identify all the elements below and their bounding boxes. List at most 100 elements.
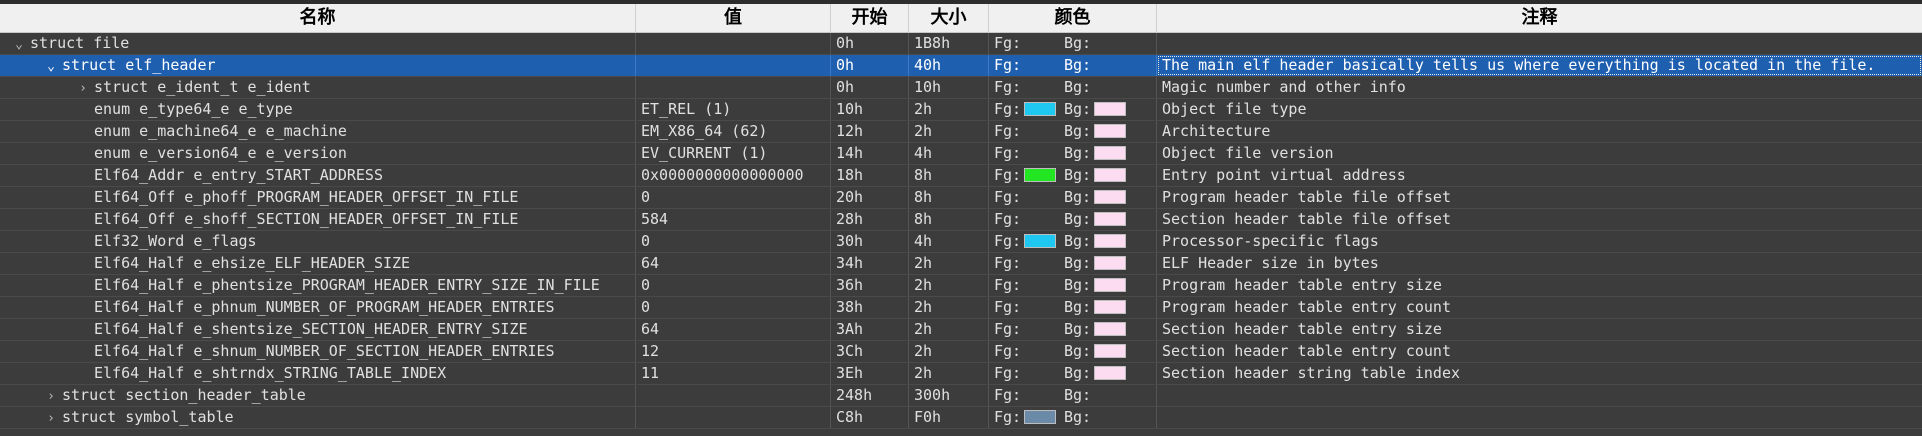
table-row[interactable]: Elf64_Addr e_entry_START_ADDRESS 0x000000… — [0, 165, 1922, 187]
value-cell[interactable]: 0 — [636, 297, 831, 318]
color-cell[interactable]: Fg: Bg: — [989, 143, 1157, 164]
value-cell[interactable] — [636, 33, 831, 54]
bg-color-swatch[interactable] — [1094, 344, 1126, 358]
table-row[interactable]: ⌄ struct elf_header 0h 40h Fg: Bg: The main el… — [0, 55, 1922, 77]
table-row[interactable]: › struct e_ident_t e_ident 0h 10h Fg: Bg: Magi… — [0, 77, 1922, 99]
column-header-start[interactable]: 开始 — [831, 4, 909, 32]
name-cell[interactable]: ⌄ struct elf_header — [0, 55, 636, 76]
table-row[interactable]: Elf64_Half e_ehsize_ELF_HEADER_SIZE 64 34h… — [0, 253, 1922, 275]
comment-cell[interactable]: Section header table entry size — [1157, 319, 1922, 340]
comment-cell[interactable]: ELF Header size in bytes — [1157, 253, 1922, 274]
size-cell[interactable]: 8h — [909, 165, 989, 186]
size-cell[interactable]: 2h — [909, 253, 989, 274]
value-cell[interactable]: EV_CURRENT (1) — [636, 143, 831, 164]
size-cell[interactable]: 2h — [909, 363, 989, 384]
color-cell[interactable]: Fg: Bg: — [989, 385, 1157, 406]
size-cell[interactable]: 4h — [909, 143, 989, 164]
start-cell[interactable]: 248h — [831, 385, 909, 406]
size-cell[interactable]: 2h — [909, 341, 989, 362]
table-row[interactable]: Elf64_Off e_shoff_SECTION_HEADER_OFFSET_… — [0, 209, 1922, 231]
comment-cell[interactable]: Section header string table index — [1157, 363, 1922, 384]
table-row[interactable]: Elf64_Off e_phoff_PROGRAM_HEADER_OFFSET_… — [0, 187, 1922, 209]
table-row[interactable]: enum e_type64_e e_type ET_REL (1) 10h 2h Fg:… — [0, 99, 1922, 121]
table-row[interactable]: Elf64_Half e_shnum_NUMBER_OF_SECTION_HEA… — [0, 341, 1922, 363]
table-row[interactable]: Elf64_Half e_shtrndx_STRING_TABLE_INDEX 1… — [0, 363, 1922, 385]
color-cell[interactable]: Fg: Bg: — [989, 253, 1157, 274]
start-cell[interactable]: 3Ch — [831, 341, 909, 362]
comment-cell[interactable]: Architecture — [1157, 121, 1922, 142]
chevron-down-icon[interactable]: ⌄ — [12, 34, 26, 54]
name-cell[interactable]: Elf64_Half e_ehsize_ELF_HEADER_SIZE — [0, 253, 636, 274]
start-cell[interactable]: 0h — [831, 55, 909, 76]
start-cell[interactable]: 38h — [831, 297, 909, 318]
chevron-right-icon[interactable]: › — [76, 78, 90, 98]
start-cell[interactable]: 34h — [831, 253, 909, 274]
chevron-down-icon[interactable]: ⌄ — [44, 56, 58, 76]
column-header-name[interactable]: 名称 — [0, 4, 636, 32]
bg-color-swatch[interactable] — [1094, 212, 1126, 226]
size-cell[interactable]: 2h — [909, 319, 989, 340]
comment-cell[interactable]: Section header table file offset — [1157, 209, 1922, 230]
bg-color-swatch[interactable] — [1094, 168, 1126, 182]
color-cell[interactable]: Fg: Bg: — [989, 363, 1157, 384]
bg-color-swatch[interactable] — [1094, 278, 1126, 292]
comment-cell[interactable] — [1157, 407, 1922, 428]
color-cell[interactable]: Fg: Bg: — [989, 187, 1157, 208]
name-cell[interactable]: › struct e_ident_t e_ident — [0, 77, 636, 98]
value-cell[interactable]: 584 — [636, 209, 831, 230]
size-cell[interactable]: 2h — [909, 121, 989, 142]
color-cell[interactable]: Fg: Bg: — [989, 297, 1157, 318]
start-cell[interactable]: 28h — [831, 209, 909, 230]
fg-color-swatch[interactable] — [1024, 410, 1056, 424]
comment-cell[interactable]: The main elf header basically tells us w… — [1157, 55, 1922, 76]
bg-color-swatch[interactable] — [1094, 256, 1126, 270]
table-row[interactable]: › struct section_header_table 248h 300h Fg: B… — [0, 385, 1922, 407]
bg-color-swatch[interactable] — [1094, 190, 1126, 204]
comment-cell[interactable]: Section header table entry count — [1157, 341, 1922, 362]
name-cell[interactable]: › struct section_header_table — [0, 385, 636, 406]
name-cell[interactable]: Elf32_Word e_flags — [0, 231, 636, 252]
size-cell[interactable]: 1B8h — [909, 33, 989, 54]
column-header-value[interactable]: 值 — [636, 4, 831, 32]
name-cell[interactable]: Elf64_Off e_shoff_SECTION_HEADER_OFFSET_… — [0, 209, 636, 230]
color-cell[interactable]: Fg: Bg: — [989, 209, 1157, 230]
name-cell[interactable]: enum e_type64_e e_type — [0, 99, 636, 120]
name-cell[interactable]: ⌄ struct file — [0, 33, 636, 54]
chevron-right-icon[interactable]: › — [44, 386, 58, 406]
color-cell[interactable]: Fg: Bg: — [989, 341, 1157, 362]
value-cell[interactable]: EM_X86_64 (62) — [636, 121, 831, 142]
value-cell[interactable]: 0x0000000000000000 — [636, 165, 831, 186]
color-cell[interactable]: Fg: Bg: — [989, 33, 1157, 54]
size-cell[interactable]: 2h — [909, 99, 989, 120]
value-cell[interactable]: 11 — [636, 363, 831, 384]
color-cell[interactable]: Fg: Bg: — [989, 407, 1157, 428]
comment-cell[interactable]: Program header table entry count — [1157, 297, 1922, 318]
value-cell[interactable] — [636, 385, 831, 406]
color-cell[interactable]: Fg: Bg: — [989, 55, 1157, 76]
value-cell[interactable]: 0 — [636, 231, 831, 252]
start-cell[interactable]: 30h — [831, 231, 909, 252]
name-cell[interactable]: enum e_version64_e e_version — [0, 143, 636, 164]
bg-color-swatch[interactable] — [1094, 234, 1126, 248]
start-cell[interactable]: 0h — [831, 33, 909, 54]
name-cell[interactable]: › struct symbol_table — [0, 407, 636, 428]
fg-color-swatch[interactable] — [1024, 234, 1056, 248]
table-row[interactable]: Elf64_Half e_shentsize_SECTION_HEADER_EN… — [0, 319, 1922, 341]
column-header-comment[interactable]: 注释 — [1157, 4, 1922, 32]
table-row[interactable]: Elf64_Half e_phnum_NUMBER_OF_PROGRAM_HEA… — [0, 297, 1922, 319]
column-header-color[interactable]: 颜色 — [989, 4, 1157, 32]
size-cell[interactable]: F0h — [909, 407, 989, 428]
name-cell[interactable]: enum e_machine64_e e_machine — [0, 121, 636, 142]
bg-color-swatch[interactable] — [1094, 124, 1126, 138]
value-cell[interactable]: 64 — [636, 253, 831, 274]
value-cell[interactable] — [636, 77, 831, 98]
start-cell[interactable]: 0h — [831, 77, 909, 98]
table-row[interactable]: ⌄ struct file 0h 1B8h Fg: Bg: — [0, 33, 1922, 55]
table-row[interactable]: enum e_version64_e e_version EV_CURRENT (… — [0, 143, 1922, 165]
size-cell[interactable]: 2h — [909, 275, 989, 296]
value-cell[interactable]: 0 — [636, 187, 831, 208]
size-cell[interactable]: 8h — [909, 187, 989, 208]
start-cell[interactable]: C8h — [831, 407, 909, 428]
value-cell[interactable]: 12 — [636, 341, 831, 362]
value-cell[interactable]: 64 — [636, 319, 831, 340]
